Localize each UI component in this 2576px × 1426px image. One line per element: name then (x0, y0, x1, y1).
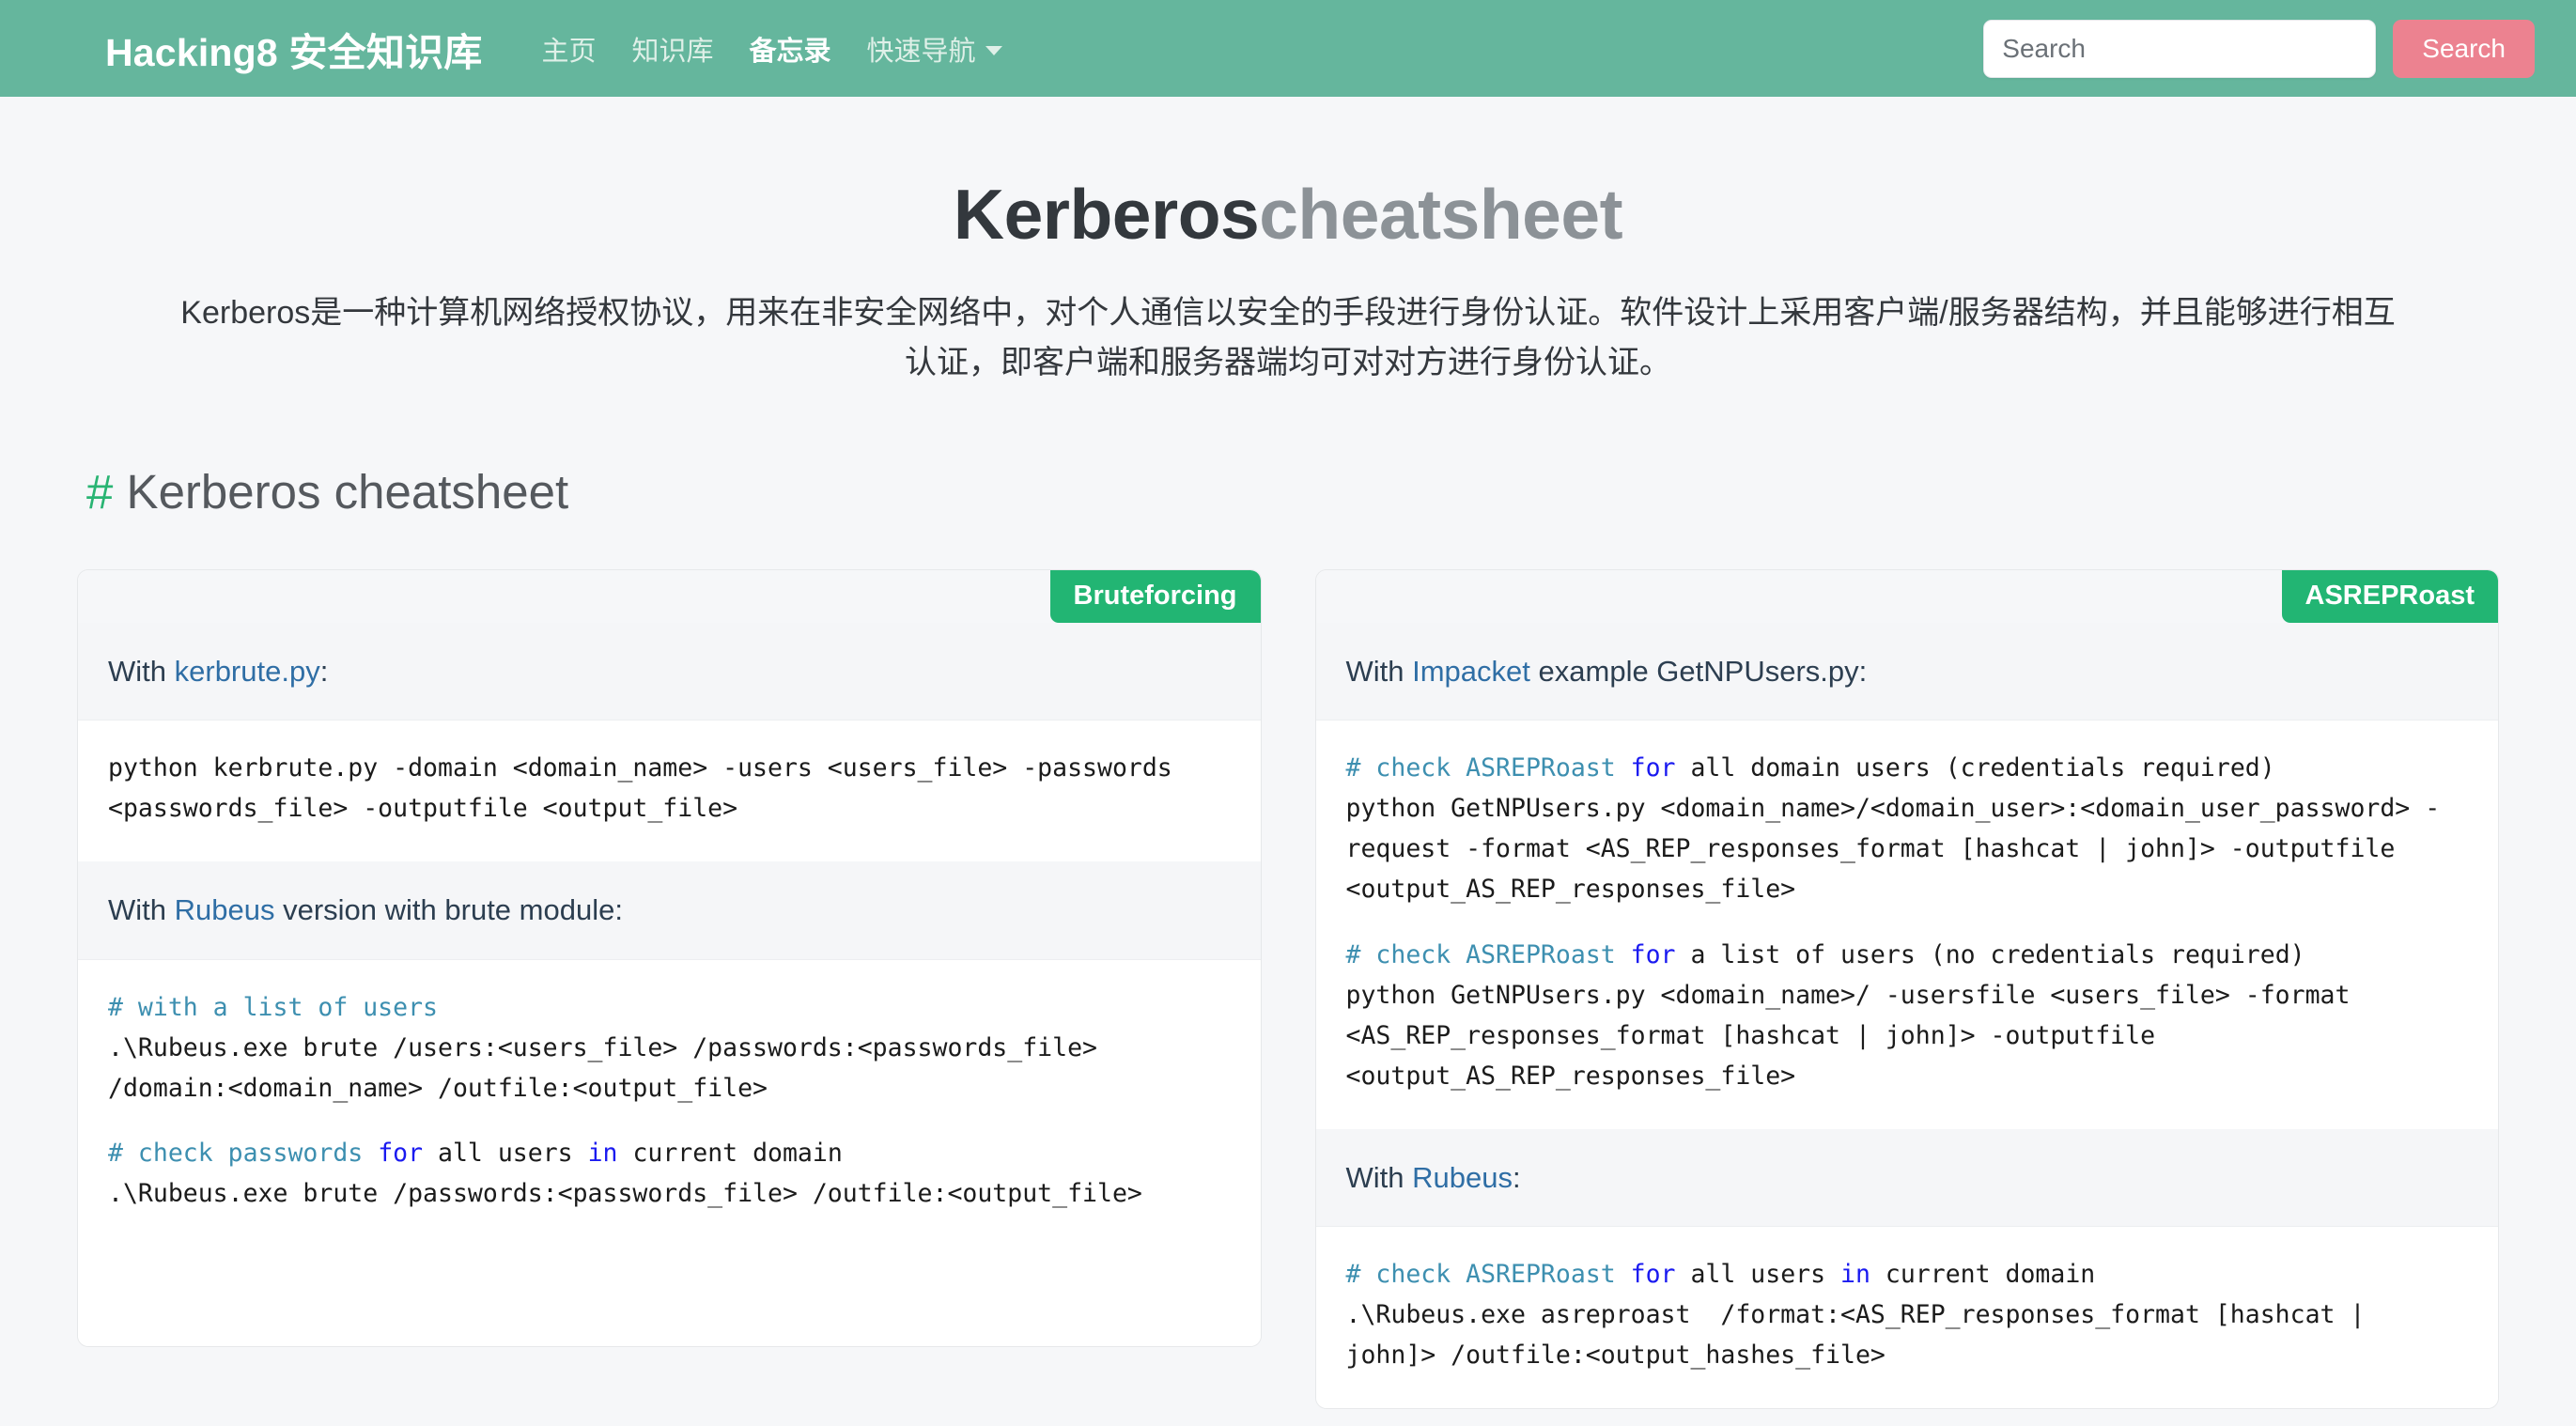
text-prefix: With (1345, 1160, 1413, 1194)
nav-item-cheatsheet[interactable]: 备忘录 (732, 29, 849, 69)
text-suffix: version with brute module: (274, 893, 623, 927)
page-description: Kerberos是一种计算机网络授权协议，用来在非安全网络中，对个人通信以安全的… (180, 295, 2396, 380)
code-keyword: for (1630, 1260, 1676, 1290)
nav-item-knowledge-base[interactable]: 知识库 (614, 29, 732, 69)
nav-links: 主页 知识库 备忘录 快速导航 (524, 29, 1020, 69)
card-badge-row: ASREPRoast (1315, 569, 2498, 624)
inline-link[interactable]: Impacket (1412, 655, 1530, 688)
card-text-block: With Rubeus version with brute module: (78, 861, 1261, 959)
text-prefix: With (108, 893, 175, 927)
search-input[interactable] (1983, 19, 2377, 78)
code-block[interactable]: python kerbrute.py -domain <domain_name>… (78, 720, 1261, 862)
code-line: # check ASREPRoast for all users in curr… (1346, 1255, 2469, 1295)
card-badge: ASREPRoast (2281, 569, 2498, 624)
code-line: .\Rubeus.exe brute /passwords:<passwords… (108, 1174, 1231, 1215)
code-text: .\Rubeus.exe brute /users:<users_file> /… (108, 1032, 1112, 1103)
code-line: # check ASREPRoast for a list of users (… (1346, 936, 2469, 976)
brand-logo[interactable]: Hacking8 安全知识库 (105, 21, 483, 77)
code-comment: # check ASREPRoast (1345, 940, 1631, 970)
hash-marker: # (86, 464, 114, 519)
code-comment: # check ASREPRoast (1345, 753, 1631, 783)
text-prefix: With (1345, 655, 1413, 689)
code-text: current domain (1870, 1260, 2096, 1290)
card-text-block: With Rubeus: (1315, 1128, 2498, 1227)
code-text: a list of users (no credentials required… (1675, 940, 2305, 970)
code-line: .\Rubeus.exe asreproast /format:<AS_REP_… (1346, 1295, 2469, 1376)
code-line: python GetNPUsers.py <domain_name>/ -use… (1346, 976, 2469, 1097)
code-block[interactable]: # with a list of users .\Rubeus.exe brute… (78, 958, 1261, 1347)
page-title-secondary: cheatsheet (1259, 175, 1623, 254)
cheatsheet-card: ASREPRoast With Impacket example GetNPUse… (1314, 568, 2499, 1409)
hero-section: Kerberoscheatsheet Kerberos是一种计算机网络授权协议，… (0, 97, 2576, 388)
card-text-block: With Impacket example GetNPUsers.py: (1315, 623, 2498, 721)
search-button[interactable]: Search (2393, 19, 2535, 78)
code-block[interactable]: # check ASREPRoast for all users in curr… (1315, 1226, 2498, 1408)
code-line: .\Rubeus.exe brute /users:<users_file> /… (108, 1029, 1231, 1109)
code-line: python GetNPUsers.py <domain_name>/<doma… (1346, 789, 2469, 910)
code-text: .\Rubeus.exe brute /passwords:<passwords… (108, 1179, 1142, 1209)
code-comment: # check passwords (108, 1139, 379, 1169)
nav-item-quick-nav[interactable]: 快速导航 (849, 29, 1020, 69)
code-comment: # with a list of users (108, 992, 438, 1022)
code-text: python GetNPUsers.py <domain_name>/ -use… (1345, 981, 2366, 1091)
code-text: all users (1675, 1260, 1841, 1290)
page-title-primary: Kerberos (953, 175, 1260, 254)
search-area: Search (1983, 19, 2535, 78)
code-text: .\Rubeus.exe asreproast /format:<AS_REP_… (1345, 1300, 2381, 1371)
text-prefix: With (108, 655, 175, 689)
code-keyword: for (1630, 940, 1676, 970)
code-block[interactable]: # check ASREPRoast for all domain users … (1315, 720, 2498, 1129)
code-line: python kerbrute.py -domain <domain_name>… (108, 749, 1231, 829)
code-text: current domain (617, 1139, 843, 1169)
cheatsheet-card: Bruteforcing With kerbrute.py: python kerb… (77, 568, 1262, 1348)
code-line: # check ASREPRoast for all domain users … (1346, 749, 2469, 789)
nav-item-home[interactable]: 主页 (524, 29, 614, 69)
code-line: # check passwords for all users in curre… (108, 1134, 1231, 1174)
text-suffix: example GetNPUsers.py: (1529, 655, 1868, 689)
text-suffix: : (1512, 1160, 1521, 1194)
code-text: all users (423, 1139, 588, 1169)
code-keyword: in (587, 1139, 618, 1169)
code-keyword: for (378, 1139, 424, 1169)
inline-link[interactable]: Rubeus (1412, 1161, 1513, 1194)
code-keyword: in (1840, 1260, 1870, 1290)
code-keyword: for (1630, 753, 1676, 783)
card-text-block: With kerbrute.py: (78, 623, 1261, 721)
code-text: python GetNPUsers.py <domain_name>/<doma… (1345, 794, 2441, 905)
code-text: python kerbrute.py -domain <domain_name>… (108, 753, 1187, 824)
code-comment: # check ASREPRoast (1345, 1260, 1631, 1290)
card-badge: Bruteforcing (1049, 569, 1261, 624)
nav-item-quick-nav-label: 快速导航 (866, 36, 976, 67)
code-line: # with a list of users (108, 988, 1231, 1029)
page-title: Kerberoscheatsheet (178, 174, 2398, 255)
chevron-down-icon (985, 45, 1002, 55)
card-badge-row: Bruteforcing (78, 569, 1261, 624)
section-heading-label: Kerberos cheatsheet (126, 464, 569, 519)
section-heading: # Kerberos cheatsheet (86, 463, 2576, 520)
cheatsheet-grid: Bruteforcing With kerbrute.py: python kerb… (0, 520, 2576, 1409)
text-suffix: : (319, 655, 329, 689)
code-text: all domain users (credentials required) (1675, 753, 2275, 783)
inline-link[interactable]: Rubeus (175, 893, 275, 926)
inline-link[interactable]: kerbrute.py (175, 655, 320, 688)
top-navbar: Hacking8 安全知识库 主页 知识库 备忘录 快速导航 Search (0, 0, 2576, 97)
